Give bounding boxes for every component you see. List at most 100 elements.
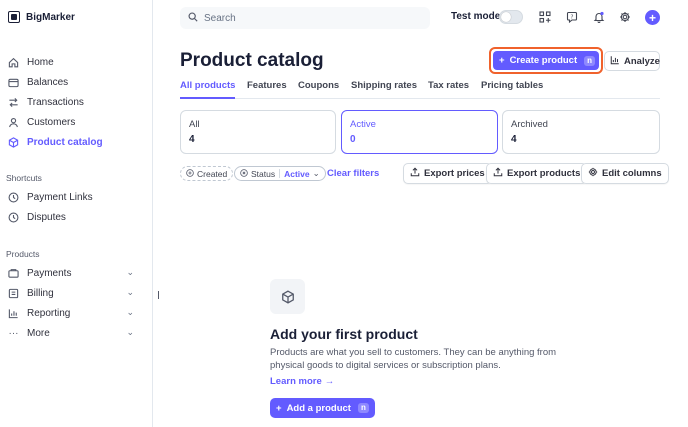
sidebar-item-label: More xyxy=(27,327,50,339)
more-icon: ··· xyxy=(8,327,19,339)
tab-all-products[interactable]: All products xyxy=(180,80,236,99)
status-card-archived[interactable]: Archived 4 xyxy=(502,110,660,154)
sidebar-item-more[interactable]: ··· More ⌄ xyxy=(8,325,146,341)
chevron-down-icon: ⌄ xyxy=(126,307,134,317)
status-card-count: 0 xyxy=(350,134,356,145)
export-prices-label: Export prices xyxy=(424,168,485,179)
tab-tax-rates[interactable]: Tax rates xyxy=(428,80,469,99)
export-icon xyxy=(410,167,420,180)
test-mode-toggle[interactable] xyxy=(499,10,523,24)
settings-gear-icon[interactable] xyxy=(618,10,632,24)
export-prices-button[interactable]: Export prices xyxy=(403,163,492,184)
status-card-count: 4 xyxy=(189,134,195,145)
account-switcher[interactable]: BigMarker xyxy=(8,11,75,23)
create-product-highlight: + Create product n xyxy=(489,47,603,74)
catalog-tabs: All products Features Coupons Shipping r… xyxy=(180,80,660,99)
export-products-label: Export products xyxy=(507,168,581,179)
apps-icon[interactable] xyxy=(538,10,552,24)
sidebar-item-label: Payment Links xyxy=(27,191,93,203)
sidebar-item-payments[interactable]: Payments ⌄ xyxy=(8,265,146,281)
sidebar-item-label: Home xyxy=(27,56,54,68)
remove-filter-x-icon[interactable] xyxy=(240,168,248,179)
edit-columns-button[interactable]: Edit columns xyxy=(581,163,669,184)
chevron-down-icon: ⌄ xyxy=(126,327,134,337)
balances-icon xyxy=(8,77,19,88)
tab-pricing-tables[interactable]: Pricing tables xyxy=(481,80,543,99)
tab-shipping-rates[interactable]: Shipping rates xyxy=(351,80,417,99)
sidebar: BigMarker Home Balances Transactions Cus… xyxy=(0,0,153,427)
analyze-button[interactable]: Analyze xyxy=(604,51,660,71)
tab-features[interactable]: Features xyxy=(247,80,287,99)
add-filter-plus-icon xyxy=(186,168,194,179)
create-new-plus-icon[interactable]: + xyxy=(645,10,660,25)
sidebar-item-label: Product catalog xyxy=(27,136,103,148)
sidebar-item-label: Transactions xyxy=(27,96,84,108)
sidebar-item-reporting[interactable]: Reporting ⌄ xyxy=(8,305,146,321)
search-placeholder: Search xyxy=(204,12,236,24)
svg-text:?: ? xyxy=(571,14,574,20)
analyze-label: Analyze xyxy=(624,55,660,67)
plus-icon: + xyxy=(499,55,505,66)
transactions-icon xyxy=(8,97,19,108)
plus-icon: + xyxy=(276,402,282,414)
gear-icon xyxy=(588,167,598,180)
status-card-all[interactable]: All 4 xyxy=(180,110,336,154)
sidebar-item-label: Billing xyxy=(27,287,54,299)
sidebar-item-product-catalog[interactable]: Product catalog xyxy=(8,134,146,150)
products-heading: Products xyxy=(6,249,40,259)
text-cursor xyxy=(158,291,159,299)
sidebar-item-label: Disputes xyxy=(27,211,66,223)
test-mode-label: Test mode xyxy=(451,11,501,22)
add-product-button[interactable]: + Add a product n xyxy=(270,398,375,418)
clock-icon xyxy=(8,192,19,203)
search-input[interactable]: Search xyxy=(180,7,430,29)
clock-icon xyxy=(8,212,19,223)
page-title: Product catalog xyxy=(180,50,324,71)
home-icon xyxy=(8,57,19,68)
filter-status-chip[interactable]: Status Active ⌄ xyxy=(234,166,326,181)
sidebar-item-payment-links[interactable]: Payment Links xyxy=(8,189,146,205)
status-card-count: 4 xyxy=(511,134,517,145)
learn-more-link[interactable]: Learn more → xyxy=(270,376,334,387)
billing-icon xyxy=(8,288,19,299)
create-product-label: Create product xyxy=(509,55,578,66)
brand-name: BigMarker xyxy=(26,11,75,23)
sidebar-item-billing[interactable]: Billing ⌄ xyxy=(8,285,146,301)
chart-icon xyxy=(610,55,620,68)
arrow-right-icon: → xyxy=(324,376,335,387)
search-icon xyxy=(188,11,198,25)
learn-more-label: Learn more xyxy=(270,376,322,387)
filter-created-chip[interactable]: Created xyxy=(180,166,234,181)
filter-status-value: Active xyxy=(284,168,310,179)
chevron-down-icon: ⌄ xyxy=(126,287,134,297)
sidebar-item-label: Reporting xyxy=(27,307,71,319)
customers-icon xyxy=(8,117,19,128)
brand-logo-icon xyxy=(8,11,20,23)
payments-icon xyxy=(8,268,19,279)
export-icon xyxy=(493,167,503,180)
sidebar-item-disputes[interactable]: Disputes xyxy=(8,209,146,225)
empty-state-description: Products are what you sell to customers.… xyxy=(270,347,557,371)
chevron-down-icon: ⌄ xyxy=(312,168,320,178)
create-product-button[interactable]: + Create product n xyxy=(493,51,599,70)
reporting-icon xyxy=(8,308,19,319)
edit-columns-label: Edit columns xyxy=(602,168,662,179)
sidebar-item-label: Payments xyxy=(27,267,72,279)
add-product-label: Add a product xyxy=(286,402,351,414)
empty-state-title: Add your first product xyxy=(270,326,418,342)
status-card-label: Archived xyxy=(511,119,548,130)
clear-filters-link[interactable]: Clear filters xyxy=(327,168,379,179)
sidebar-item-balances[interactable]: Balances xyxy=(8,74,146,90)
sidebar-item-transactions[interactable]: Transactions xyxy=(8,94,146,110)
notifications-bell-icon[interactable] xyxy=(592,10,606,24)
product-box-icon xyxy=(270,279,305,314)
status-card-label: Active xyxy=(350,119,376,130)
status-card-label: All xyxy=(189,119,200,130)
tab-coupons[interactable]: Coupons xyxy=(298,80,339,99)
export-products-button[interactable]: Export products xyxy=(486,163,588,184)
product-catalog-icon xyxy=(8,136,19,148)
sidebar-item-home[interactable]: Home xyxy=(8,54,146,70)
status-card-active[interactable]: Active 0 xyxy=(341,110,498,154)
help-icon[interactable]: ? xyxy=(565,10,579,24)
sidebar-item-customers[interactable]: Customers xyxy=(8,114,146,130)
